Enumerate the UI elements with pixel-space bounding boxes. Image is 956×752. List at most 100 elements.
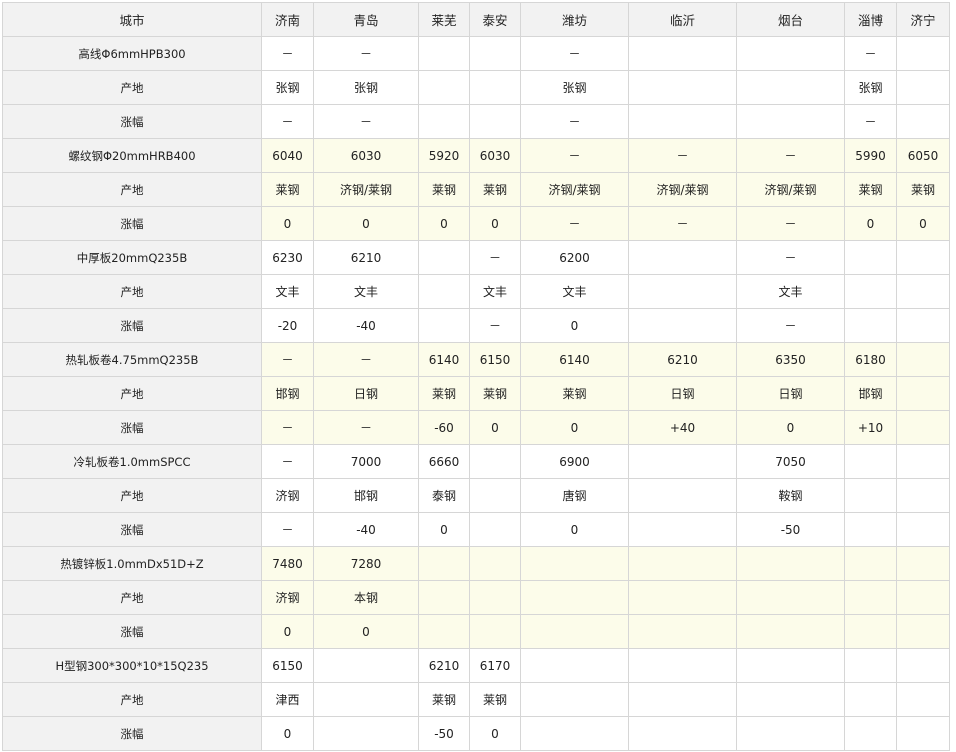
table-cell — [896, 512, 950, 547]
table-cell: 济钢/莱钢 — [313, 172, 419, 207]
table-cell — [896, 240, 950, 275]
table-cell: -40 — [313, 512, 419, 547]
table-cell — [844, 648, 897, 683]
table-cell: 7050 — [736, 444, 845, 479]
table-row: 涨幅－－－－ — [2, 104, 950, 139]
table-cell: 6050 — [896, 138, 950, 173]
row-label: 涨幅 — [2, 614, 262, 649]
table-cell: -50 — [418, 716, 470, 751]
table-cell: 6140 — [418, 342, 470, 377]
table-cell — [628, 36, 737, 71]
table-cell: 济钢 — [261, 580, 314, 615]
table-cell — [736, 36, 845, 71]
table-cell: － — [469, 240, 521, 275]
table-row: 产地 文丰 文丰 文丰 文丰 文丰 — [2, 274, 950, 309]
table-cell: 莱钢 — [896, 172, 950, 207]
table-row: 涨幅－ -40 0 0 -50 — [2, 512, 950, 547]
table-cell — [628, 648, 737, 683]
table-cell: 6350 — [736, 342, 845, 377]
table-cell — [896, 104, 950, 139]
header-city-column: 淄博 — [844, 2, 897, 37]
table-cell — [418, 274, 470, 309]
table-cell: 邯钢 — [261, 376, 314, 411]
table-row: 产地 邯钢 日钢 莱钢 莱钢 莱钢 日钢 日钢 邯钢 — [2, 376, 950, 411]
table-cell: － — [261, 410, 314, 445]
row-label: 产地 — [2, 376, 262, 411]
table-cell: 7480 — [261, 546, 314, 581]
table-row: 产地 津西 莱钢 莱钢 — [2, 682, 950, 717]
row-label: 产地 — [2, 274, 262, 309]
table-row: 产地 张钢 张钢 张钢 张钢 — [2, 70, 950, 105]
table-cell: － — [313, 104, 419, 139]
row-label: 热镀锌板1.0mmDx51D+Z — [2, 546, 262, 581]
table-cell — [628, 682, 737, 717]
table-cell: -20 — [261, 308, 314, 343]
table-cell: 文丰 — [261, 274, 314, 309]
table-cell: -40 — [313, 308, 419, 343]
table-cell: 0 — [520, 512, 629, 547]
table-cell: 文丰 — [469, 274, 521, 309]
row-label: 涨幅 — [2, 308, 262, 343]
table-cell: － — [261, 104, 314, 139]
table-cell — [469, 70, 521, 105]
table-cell — [628, 580, 737, 615]
table-row: 螺纹钢Φ20mmHRB400 6040 6030 5920 6030 －－－ 5990 605… — [2, 138, 950, 173]
row-label: 涨幅 — [2, 410, 262, 445]
table-cell: － — [261, 342, 314, 377]
table-cell: 邯钢 — [844, 376, 897, 411]
table-cell — [520, 648, 629, 683]
table-cell: 6210 — [313, 240, 419, 275]
row-label: 产地 — [2, 478, 262, 513]
table-cell: － — [520, 138, 629, 173]
table-cell: 莱钢 — [418, 172, 470, 207]
table-cell: 0 — [261, 716, 314, 751]
row-label: 涨幅 — [2, 206, 262, 241]
table-cell — [628, 546, 737, 581]
table-cell: － — [520, 104, 629, 139]
table-cell — [628, 716, 737, 751]
table-cell — [313, 716, 419, 751]
table-cell: － — [261, 36, 314, 71]
table-cell: 6200 — [520, 240, 629, 275]
header-city-column: 济宁 — [896, 2, 950, 37]
row-label: 中厚板20mmQ235B — [2, 240, 262, 275]
table-cell: － — [628, 206, 737, 241]
table-cell: 唐钢 — [520, 478, 629, 513]
table-cell — [418, 580, 470, 615]
table-cell: 莱钢 — [520, 376, 629, 411]
table-cell: 日钢 — [736, 376, 845, 411]
table-row: 涨幅 0 0 — [2, 614, 950, 649]
table-cell — [896, 546, 950, 581]
table-row: 涨幅 0 -50 0 — [2, 716, 950, 751]
row-label: 涨幅 — [2, 512, 262, 547]
table-cell: 日钢 — [313, 376, 419, 411]
table-cell: 济钢/莱钢 — [736, 172, 845, 207]
table-cell — [896, 614, 950, 649]
row-label: 螺纹钢Φ20mmHRB400 — [2, 138, 262, 173]
table-cell: － — [261, 444, 314, 479]
table-cell: 张钢 — [261, 70, 314, 105]
table-cell: 鞍钢 — [736, 478, 845, 513]
table-cell: -50 — [736, 512, 845, 547]
table-cell: 5920 — [418, 138, 470, 173]
table-cell — [736, 716, 845, 751]
table-cell: +40 — [628, 410, 737, 445]
table-cell: 莱钢 — [261, 172, 314, 207]
table-cell: 0 — [469, 716, 521, 751]
table-cell: 6140 — [520, 342, 629, 377]
row-label: 热轧板卷4.75mmQ235B — [2, 342, 262, 377]
table-row: 冷轧板卷1.0mmSPCC － 7000 6660 6900 7050 — [2, 444, 950, 479]
table-cell — [418, 240, 470, 275]
table-cell: 莱钢 — [469, 376, 521, 411]
table-cell: 张钢 — [844, 70, 897, 105]
table-cell — [844, 308, 897, 343]
table-cell — [520, 614, 629, 649]
table-cell: － — [736, 206, 845, 241]
table-cell — [844, 614, 897, 649]
table-cell — [628, 444, 737, 479]
table-cell — [896, 70, 950, 105]
table-cell — [896, 478, 950, 513]
table-cell: 6170 — [469, 648, 521, 683]
table-cell: 张钢 — [520, 70, 629, 105]
table-cell — [844, 682, 897, 717]
